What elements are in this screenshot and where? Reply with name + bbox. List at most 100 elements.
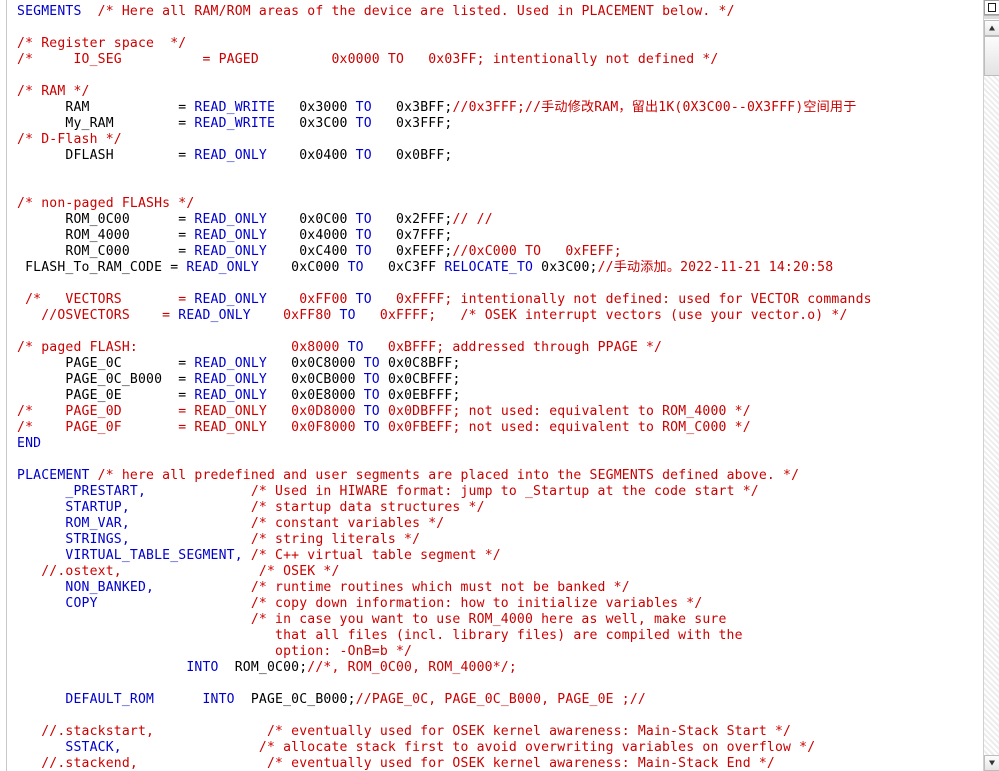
code-token: DFLASH = xyxy=(17,148,195,163)
code-line[interactable]: ROM_0C00 = READ_ONLY 0x0C00 TO 0x2FFF;//… xyxy=(17,212,999,228)
code-line[interactable] xyxy=(17,276,999,292)
code-token: ROM_C000 = xyxy=(17,244,195,259)
code-line[interactable]: /* PAGE_0D = READ_ONLY 0x0D8000 TO 0x0DB… xyxy=(17,404,999,420)
code-line[interactable]: My_RAM = READ_WRITE 0x3C00 TO 0x3FFF; xyxy=(17,116,999,132)
code-token: 0x4000 xyxy=(266,228,356,243)
scrollbar-thumb[interactable] xyxy=(984,36,999,76)
code-line[interactable]: /* RAM */ xyxy=(17,84,999,100)
code-line[interactable]: ROM_4000 = READ_ONLY 0x4000 TO 0x7FFF; xyxy=(17,228,999,244)
code-line[interactable]: PAGE_0E = READ_ONLY 0x0E8000 TO 0x0EBFFF… xyxy=(17,388,999,404)
code-line[interactable]: NON_BANKED, /* runtime routines which mu… xyxy=(17,580,999,596)
code-line[interactable]: SSTACK, /* allocate stack first to avoid… xyxy=(17,740,999,756)
code-line[interactable]: DFLASH = READ_ONLY 0x0400 TO 0x0BFF; xyxy=(17,148,999,164)
code-line[interactable]: /* non-paged FLASHs */ xyxy=(17,196,999,212)
code-token: READ_ONLY xyxy=(194,292,267,307)
code-line[interactable]: _PRESTART, /* Used in HIWARE format: jum… xyxy=(17,484,999,500)
code-token: 0x7FFF; xyxy=(371,228,453,243)
code-token: 0x0F8000 xyxy=(266,420,364,435)
code-token: SSTACK, xyxy=(17,740,122,755)
code-token: READ_ONLY xyxy=(178,308,251,323)
code-line[interactable]: SEGMENTS /* Here all RAM/ROM areas of th… xyxy=(17,4,999,20)
code-line[interactable]: //.stackstart, /* eventually used for OS… xyxy=(17,724,999,740)
code-token: /* startup data structures */ xyxy=(250,500,485,515)
code-token: /* PAGE_0D = xyxy=(17,404,195,419)
code-line[interactable]: //OSVECTORS = READ_ONLY 0xFF80 TO 0xFFFF… xyxy=(17,308,999,324)
code-token: /* Here all RAM/ROM areas of the device … xyxy=(97,4,735,19)
code-line[interactable]: RAM = READ_WRITE 0x3000 TO 0x3BFF;//0x3F… xyxy=(17,100,999,116)
code-line[interactable]: DEFAULT_ROM INTO PAGE_0C_B000;//PAGE_0C,… xyxy=(17,692,999,708)
code-token: _PRESTART, xyxy=(17,484,147,499)
code-line[interactable]: //.ostext, /* OSEK */ xyxy=(17,564,999,580)
code-token: 0x0DBFFF; not used: equivalent to ROM_40… xyxy=(379,404,751,419)
code-token: TO xyxy=(347,260,364,275)
code-token: /* allocate stack first to avoid overwri… xyxy=(258,740,816,755)
code-line[interactable]: /* D-Flash */ xyxy=(17,132,999,148)
vertical-scrollbar[interactable] xyxy=(983,0,999,771)
code-line[interactable]: ROM_VAR, /* constant variables */ xyxy=(17,516,999,532)
code-token: option: -OnB=b */ xyxy=(17,644,413,659)
code-line[interactable]: /* Register space */ xyxy=(17,36,999,52)
code-line[interactable]: PAGE_0C = READ_ONLY 0x0C8000 TO 0x0C8BFF… xyxy=(17,356,999,372)
code-line[interactable]: COPY /* copy down information: how to in… xyxy=(17,596,999,612)
code-line[interactable] xyxy=(17,180,999,196)
code-line[interactable]: END xyxy=(17,436,999,452)
code-lines-container[interactable]: SEGMENTS /* Here all RAM/ROM areas of th… xyxy=(17,4,999,771)
code-token: 0x3000 xyxy=(275,100,356,115)
scroll-up-button[interactable] xyxy=(984,20,999,36)
code-token: 0xFEFF; xyxy=(371,244,453,259)
code-line[interactable]: STARTUP, /* startup data structures */ xyxy=(17,500,999,516)
code-token: VIRTUAL_TABLE_SEGMENT, xyxy=(17,548,243,563)
code-line[interactable]: VIRTUAL_TABLE_SEGMENT, /* C++ virtual ta… xyxy=(17,548,999,564)
code-line[interactable]: /* IO_SEG = PAGED 0x0000 TO 0x03FF; inte… xyxy=(17,52,999,68)
code-line[interactable]: /* paged FLASH: 0x8000 TO 0xBFFF; addres… xyxy=(17,340,999,356)
code-line[interactable] xyxy=(17,452,999,468)
code-token: TO xyxy=(355,116,372,131)
code-token: TO xyxy=(363,356,380,371)
scrollbar-track[interactable] xyxy=(984,36,999,755)
code-line[interactable]: PLACEMENT /* here all predefined and use… xyxy=(17,468,999,484)
code-line[interactable]: option: -OnB=b */ xyxy=(17,644,999,660)
code-token: TO xyxy=(347,340,364,355)
code-line[interactable]: INTO ROM_0C00;//*, ROM_0C00, ROM_4000*/; xyxy=(17,660,999,676)
code-line[interactable] xyxy=(17,324,999,340)
code-line[interactable]: STRINGS, /* string literals */ xyxy=(17,532,999,548)
code-line[interactable] xyxy=(17,20,999,36)
code-token: ROM_VAR, xyxy=(17,516,130,531)
code-token: 0x3FFF; xyxy=(371,116,453,131)
code-line[interactable] xyxy=(17,164,999,180)
code-token: TO xyxy=(355,228,372,243)
code-token: /* non-paged FLASHs */ xyxy=(17,196,195,211)
code-token: READ_ONLY xyxy=(194,356,267,371)
code-line[interactable] xyxy=(17,68,999,84)
code-line[interactable]: /* PAGE_0F = READ_ONLY 0x0F8000 TO 0x0FB… xyxy=(17,420,999,436)
code-token: //*, ROM_0C00, ROM_4000*/; xyxy=(307,660,517,675)
code-token: TO xyxy=(339,308,356,323)
code-token: INTO xyxy=(202,692,235,707)
scroll-down-button[interactable] xyxy=(984,755,999,771)
code-line[interactable]: //.stackend, /* eventually used for OSEK… xyxy=(17,756,999,771)
code-token: 0x3C00; xyxy=(533,260,598,275)
code-line[interactable]: FLASH_To_RAM_CODE = READ_ONLY 0xC000 TO … xyxy=(17,260,999,276)
code-line[interactable]: that all files (incl. library files) are… xyxy=(17,628,999,644)
code-line[interactable]: ROM_C000 = READ_ONLY 0xC400 TO 0xFEFF;//… xyxy=(17,244,999,260)
code-token: /* PAGE_0F = xyxy=(17,420,195,435)
code-token: 0x0FBEFF; not used: equivalent to ROM_C0… xyxy=(379,420,751,435)
code-line[interactable]: /* in case you want to use ROM_4000 here… xyxy=(17,612,999,628)
code-token: READ_ONLY xyxy=(194,420,267,435)
code-text-area[interactable]: SEGMENTS /* Here all RAM/ROM areas of th… xyxy=(7,0,999,771)
code-token: 0x0D8000 xyxy=(266,404,364,419)
code-token: READ_ONLY xyxy=(194,404,267,419)
code-line[interactable] xyxy=(17,676,999,692)
code-line[interactable]: PAGE_0C_B000 = READ_ONLY 0x0CB000 TO 0x0… xyxy=(17,372,999,388)
code-line[interactable]: /* VECTORS = READ_ONLY 0xFF00 TO 0xFFFF;… xyxy=(17,292,999,308)
code-token: /* IO_SEG = PAGED 0x0000 TO 0x03FF; inte… xyxy=(17,52,719,67)
code-line[interactable] xyxy=(17,708,999,724)
split-view-icon[interactable] xyxy=(984,0,999,15)
code-token: 0x3BFF; xyxy=(371,100,453,115)
